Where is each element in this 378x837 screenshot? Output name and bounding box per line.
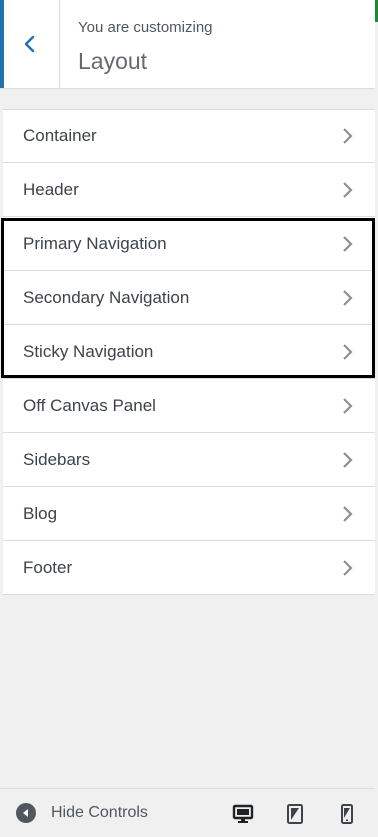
- section-item-primary-navigation[interactable]: Primary Navigation: [3, 217, 375, 271]
- customizing-subtitle: You are customizing: [78, 19, 213, 36]
- customizer-header: You are customizing Layout: [0, 0, 375, 89]
- section-label: Container: [23, 126, 97, 145]
- section-label: Header: [23, 179, 79, 199]
- section-item-header[interactable]: Header: [3, 163, 375, 217]
- section-label: Sidebars: [23, 449, 91, 469]
- section-item-sidebars[interactable]: Sidebars: [3, 433, 375, 487]
- section-list: Container Header Primary Navigation Seco…: [3, 109, 375, 595]
- section-label: Primary Navigation: [23, 233, 167, 253]
- section-label: Footer: [23, 557, 73, 577]
- chevron-right-icon: [343, 559, 353, 576]
- chevron-right-icon: [343, 128, 353, 144]
- section-label: Off Canvas Panel: [23, 395, 156, 415]
- back-button[interactable]: [0, 0, 60, 88]
- section-label: Blog: [23, 503, 58, 523]
- customizer-footer: Hide Controls: [0, 788, 375, 837]
- section-item-secondary-navigation[interactable]: Secondary Navigation: [3, 271, 375, 325]
- section-label: Secondary Navigation: [23, 287, 190, 307]
- mobile-icon: [341, 804, 353, 824]
- section-label: Sticky Navigation: [23, 341, 154, 361]
- chevron-right-icon: [343, 343, 353, 360]
- tablet-preview-button[interactable]: [284, 803, 306, 825]
- chevron-right-icon: [343, 505, 353, 522]
- chevron-right-icon: [343, 397, 353, 414]
- chevron-right-icon: [343, 289, 353, 306]
- panel-title: Layout: [78, 48, 148, 74]
- section-item-off-canvas-panel[interactable]: Off Canvas Panel: [3, 379, 375, 433]
- chevron-left-icon: [24, 35, 34, 53]
- chevron-right-icon: [343, 181, 353, 198]
- section-item-blog[interactable]: Blog: [3, 487, 375, 541]
- header-text: You are customizing Layout: [78, 17, 213, 75]
- collapse-arrow-icon: [16, 803, 36, 823]
- section-item-container[interactable]: Container: [3, 109, 375, 163]
- mobile-preview-button[interactable]: [336, 803, 358, 825]
- chevron-right-icon: [343, 451, 353, 468]
- chevron-right-icon: [343, 235, 353, 252]
- desktop-preview-button[interactable]: [232, 803, 254, 825]
- hide-controls-label: Hide Controls: [51, 804, 148, 821]
- section-item-footer[interactable]: Footer: [3, 541, 375, 595]
- tablet-icon: [287, 804, 303, 824]
- desktop-icon: [232, 804, 254, 823]
- hide-controls-button[interactable]: Hide Controls: [16, 789, 148, 837]
- section-item-sticky-navigation[interactable]: Sticky Navigation: [3, 325, 375, 379]
